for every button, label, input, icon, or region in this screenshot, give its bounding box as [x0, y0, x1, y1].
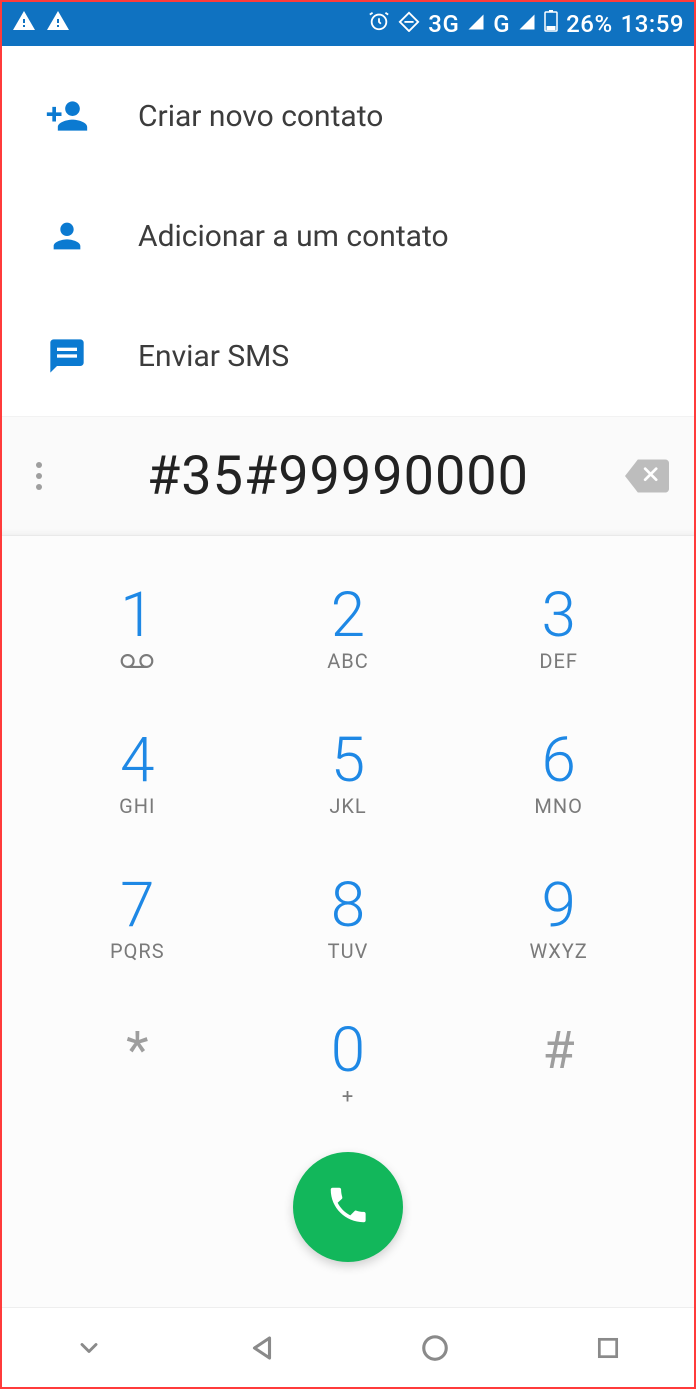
key-9[interactable]: 9 WXYZ — [453, 847, 664, 992]
warning-icon — [46, 9, 70, 39]
key-digit: 6 — [541, 730, 575, 792]
key-letters: ABC — [327, 649, 369, 673]
signal-icon — [467, 12, 485, 37]
dial-keypad: 1 2 ABC 3 DEF 4 GHI 5 JKL 6 MNO 7 PQRS 8… — [2, 536, 694, 1137]
key-8[interactable]: 8 TUV — [243, 847, 454, 992]
add-to-contact-item[interactable]: Adicionar a um contato — [2, 176, 694, 296]
contact-icon — [44, 213, 90, 259]
signal-icon — [518, 12, 536, 37]
key-digit: 7 — [120, 875, 154, 937]
key-digit: * — [126, 1025, 148, 1077]
key-digit: 2 — [331, 585, 365, 647]
key-6[interactable]: 6 MNO — [453, 701, 664, 846]
key-1[interactable]: 1 — [32, 556, 243, 701]
key-digit: 3 — [541, 585, 575, 647]
phone-icon — [325, 1182, 371, 1232]
key-letters: MNO — [534, 794, 583, 818]
key-letters: WXYZ — [530, 939, 588, 963]
call-button[interactable] — [293, 1152, 403, 1262]
key-letters: DEF — [539, 649, 578, 673]
key-5[interactable]: 5 JKL — [243, 701, 454, 846]
key-digit: 5 — [331, 730, 365, 792]
create-contact-label: Criar novo contato — [138, 99, 383, 134]
key-7[interactable]: 7 PQRS — [32, 847, 243, 992]
key-digit: 0 — [331, 1020, 365, 1082]
key-2[interactable]: 2 ABC — [243, 556, 454, 701]
key-3[interactable]: 3 DEF — [453, 556, 664, 701]
send-sms-label: Enviar SMS — [138, 339, 289, 374]
key-letters: TUV — [328, 939, 369, 963]
key-hash[interactable]: # — [453, 992, 664, 1137]
key-star[interactable]: * — [32, 992, 243, 1137]
add-to-contact-label: Adicionar a um contato — [138, 219, 449, 254]
system-nav-bar — [2, 1307, 694, 1387]
key-digit: 1 — [120, 585, 154, 647]
key-letters: PQRS — [110, 939, 165, 963]
add-contact-icon — [44, 93, 90, 139]
dialed-number-display[interactable]: #35#99990000 — [64, 445, 612, 508]
network-3g-label: 3G — [428, 10, 459, 38]
key-digit: 8 — [331, 875, 365, 937]
key-digit: 9 — [541, 875, 575, 937]
wifi-icon — [398, 10, 420, 38]
battery-icon — [544, 10, 558, 38]
create-contact-item[interactable]: Criar novo contato — [2, 56, 694, 176]
warning-icon — [12, 9, 36, 39]
nav-recent-button[interactable] — [578, 1318, 638, 1378]
nav-home-button[interactable] — [405, 1318, 465, 1378]
key-letters: JKL — [329, 794, 366, 818]
more-options-button[interactable] — [24, 462, 54, 490]
key-4[interactable]: 4 GHI — [32, 701, 243, 846]
key-digit: 4 — [120, 730, 154, 792]
clock-time: 13:59 — [621, 10, 684, 38]
key-letters: GHI — [119, 794, 155, 818]
key-letters: + — [342, 1084, 354, 1108]
dialer-actions: Criar novo contato Adicionar a um contat… — [2, 46, 694, 416]
nav-collapse-button[interactable] — [59, 1318, 119, 1378]
status-bar: 3G G 26% 13:59 — [2, 2, 694, 46]
battery-percent: 26% — [566, 10, 612, 38]
voicemail-icon — [120, 649, 154, 673]
number-display-row: #35#99990000 — [2, 416, 694, 536]
send-sms-item[interactable]: Enviar SMS — [2, 296, 694, 416]
network-g-label: G — [493, 10, 510, 38]
key-digit: # — [543, 1025, 575, 1077]
backspace-button[interactable] — [622, 456, 672, 496]
call-row — [2, 1137, 694, 1307]
alarm-icon — [368, 10, 390, 38]
key-0[interactable]: 0 + — [243, 992, 454, 1137]
sms-icon — [44, 333, 90, 379]
nav-back-button[interactable] — [232, 1318, 292, 1378]
